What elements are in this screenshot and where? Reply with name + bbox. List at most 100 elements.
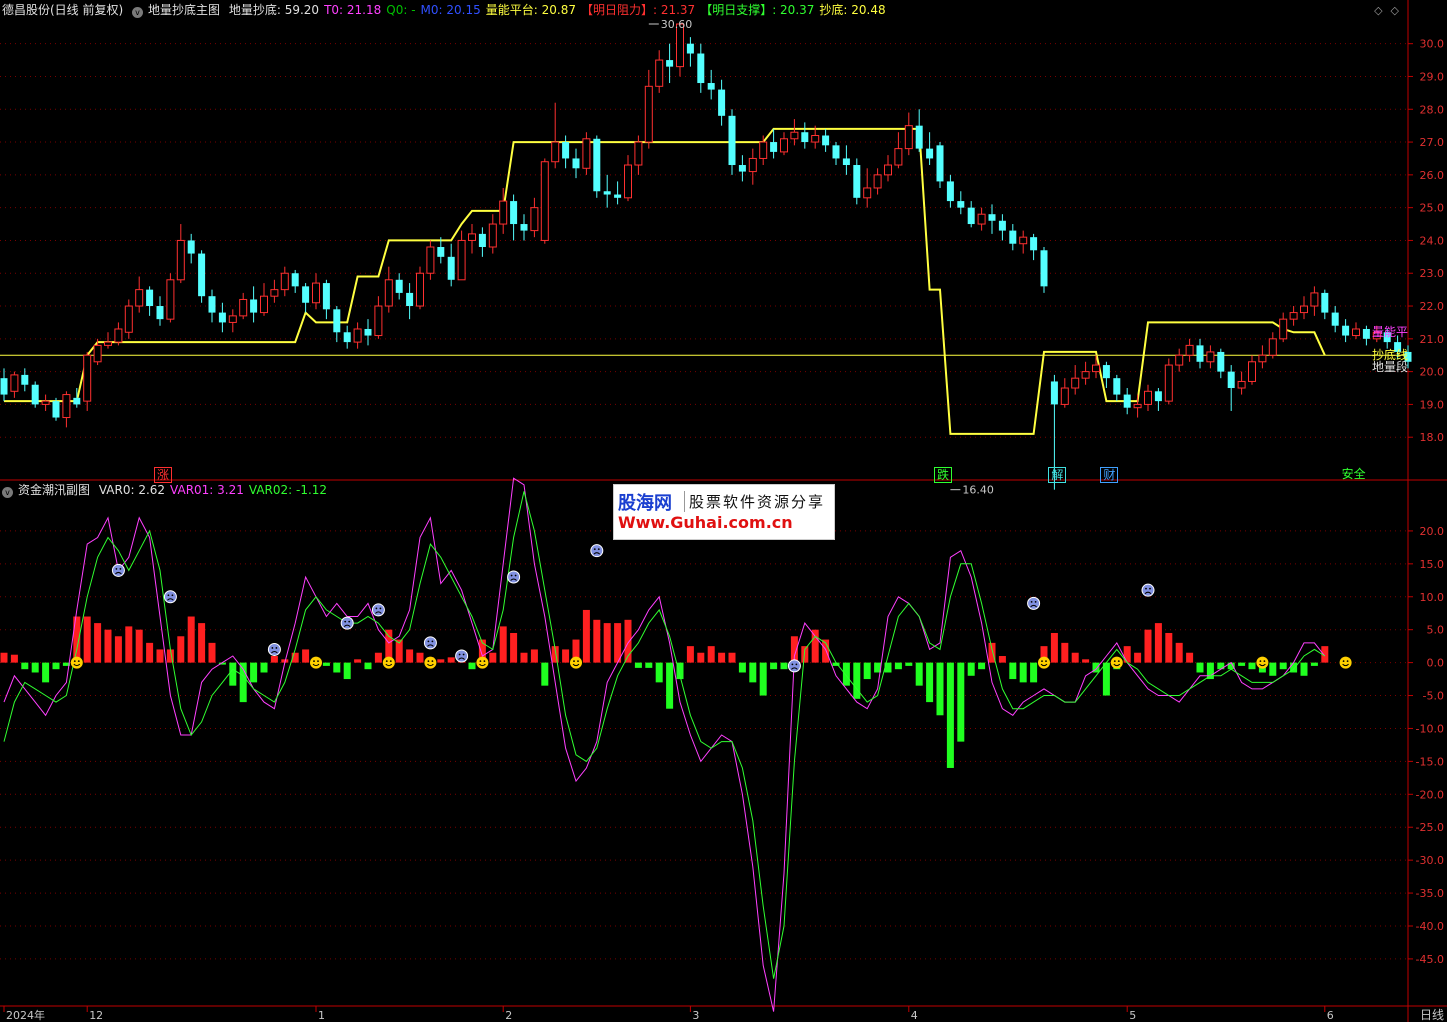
stock-title[interactable]: 德昌股份(日线 前复权) <box>2 3 123 17</box>
candle-body <box>457 239 466 281</box>
candle-body <box>904 125 913 150</box>
var0-bar <box>718 652 726 663</box>
candle-body <box>1019 236 1028 245</box>
candle-body <box>270 289 279 297</box>
candle-body <box>176 239 185 281</box>
happy-face-icon <box>1110 656 1123 669</box>
var0-bar <box>582 609 590 663</box>
candle-body <box>1144 390 1152 405</box>
date-axis: 2024年 12 1 2 3 4 5 6 日线 <box>3 1006 1444 1022</box>
var0-bar <box>499 626 507 663</box>
candle-body <box>395 279 403 293</box>
happy-face-icon <box>1038 656 1050 669</box>
candle-body <box>260 295 268 314</box>
period-label: 日线 <box>1420 1008 1444 1022</box>
expand-icon[interactable]: ◇ <box>1374 4 1390 17</box>
collapse-icon[interactable]: ◇ <box>1391 4 1407 17</box>
sub-indicator-name[interactable]: 资金潮汛副图 <box>18 483 90 497</box>
var0-bar <box>1071 652 1079 663</box>
candle-body <box>1352 328 1360 337</box>
price-axes: 18.0 19.0 20.0 21.0 22.0 23.0 24.0 25.0 26.0 27.0… <box>1408 38 1444 966</box>
candle-body <box>384 279 393 307</box>
date-label: 6 <box>1327 1009 1334 1022</box>
var0-bar <box>530 649 538 663</box>
candle-body <box>73 397 81 405</box>
candle-body <box>780 138 788 153</box>
var0-bar <box>770 662 778 670</box>
happy-face-icon <box>70 656 83 669</box>
signal-marker: 财 <box>1100 467 1119 483</box>
candle-body <box>499 200 508 225</box>
candle-body <box>374 305 383 337</box>
var0-bar <box>10 654 18 663</box>
happy-face-icon <box>310 656 322 669</box>
candle-body <box>124 305 133 333</box>
var0-bar <box>1269 662 1277 676</box>
candle-body <box>551 141 560 163</box>
candle-body <box>977 213 986 225</box>
candle-body <box>1268 338 1277 356</box>
var0-bar <box>187 616 195 663</box>
indicator-value: Q0: - <box>386 3 416 17</box>
date-label: 12 <box>89 1009 103 1022</box>
indicator-menu-icon[interactable]: v <box>132 7 144 18</box>
candle-body <box>166 279 175 320</box>
sub-indicator-menu-icon[interactable]: v <box>2 487 13 498</box>
happy-face-icon <box>424 656 437 669</box>
price-tick-label: 24.0 <box>1420 234 1445 247</box>
indicator-value: VAR02: -1.12 <box>248 483 328 497</box>
var0-bar <box>520 652 528 663</box>
candle-body <box>302 286 310 303</box>
var0-bar <box>707 646 715 663</box>
var0-bar <box>863 662 871 680</box>
var0-bar <box>1175 642 1183 663</box>
candle-body <box>790 131 799 140</box>
candle-body <box>488 223 497 248</box>
main-indicator-name[interactable]: 地量抄底主图 <box>148 3 220 17</box>
price-tick-label: 19.0 <box>1420 398 1445 411</box>
var0-bar <box>1102 662 1110 696</box>
var0-bar <box>0 652 8 663</box>
value-tick-label: 5.0 <box>1427 624 1445 637</box>
candle-body <box>738 165 746 172</box>
var0-bar <box>31 662 39 673</box>
var0-bar <box>655 662 663 683</box>
var0-bar <box>416 652 424 663</box>
value-tick-label: -5.0 <box>1423 690 1444 703</box>
candle-body <box>853 165 861 198</box>
candle-body <box>1102 365 1110 379</box>
var0-bar <box>541 662 549 686</box>
happy-face-icon <box>476 656 489 669</box>
candle-body <box>333 309 341 333</box>
watermark-slogan: 股票软件资源分享 <box>684 491 825 512</box>
signal-marker: 解 <box>1048 467 1067 483</box>
var0-bar <box>645 662 653 668</box>
var0-bar <box>1154 623 1162 663</box>
window-controls[interactable]: ◇◇ <box>1374 4 1407 17</box>
candle-body <box>1342 325 1350 336</box>
happy-face-icon <box>570 656 582 669</box>
candle-body <box>624 164 632 199</box>
indicator-value: 量能平台: 20.87 <box>485 3 576 17</box>
var01-line <box>3 477 1326 1012</box>
var0-bar <box>915 662 923 686</box>
candle-body <box>998 220 1006 231</box>
date-label: 4 <box>911 1009 918 1022</box>
candle-body <box>957 201 965 208</box>
candle-body <box>1331 312 1339 326</box>
price-annotation: 30.60 <box>661 18 693 31</box>
candle-body <box>1321 292 1329 313</box>
candle-body <box>31 384 39 405</box>
value-tick-label: -25.0 <box>1416 821 1444 834</box>
candle-body <box>894 148 903 166</box>
var0-bar <box>510 632 518 663</box>
var0-bar <box>728 652 736 663</box>
candle-body <box>707 83 715 90</box>
var0-bar <box>468 662 476 670</box>
candle-body <box>822 135 830 146</box>
price-tick-label: 30.0 <box>1420 38 1445 51</box>
var0-bar <box>905 662 913 666</box>
var0-bar <box>614 623 622 663</box>
var0-bar <box>333 662 341 673</box>
candle-body <box>1362 328 1370 339</box>
